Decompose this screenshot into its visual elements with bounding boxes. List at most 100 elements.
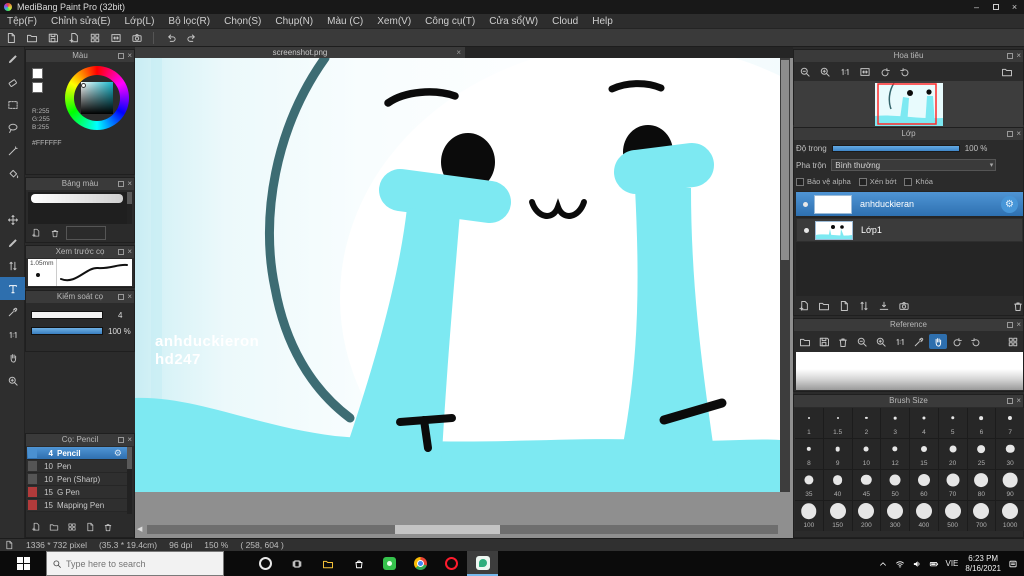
canvas-horizontal-scrollbar[interactable]	[147, 525, 778, 534]
layer-row-lop1[interactable]: Lớp1	[796, 218, 1023, 242]
brush-size-400[interactable]: 400	[910, 501, 938, 531]
menu-item-11[interactable]: Help	[585, 14, 620, 29]
brush-size-100[interactable]: 100	[795, 501, 823, 531]
brush-size-15[interactable]: 15	[910, 439, 938, 469]
maximize-button[interactable]	[986, 0, 1005, 14]
layer-settings-gear-icon[interactable]: ⚙	[1001, 195, 1018, 213]
canvas-vertical-scrollbar[interactable]	[780, 58, 790, 492]
popout-icon[interactable]	[1007, 322, 1014, 328]
opera-button[interactable]	[436, 551, 467, 576]
import-brush-icon[interactable]	[64, 520, 80, 534]
brush-size-70[interactable]: 70	[938, 470, 967, 500]
zoom-in-icon[interactable]	[816, 64, 834, 79]
search-input[interactable]	[66, 558, 206, 569]
color-saturation-square[interactable]	[81, 82, 113, 114]
popout-icon[interactable]	[118, 294, 125, 300]
gradient-tool[interactable]	[0, 185, 25, 208]
file-explorer-button[interactable]	[312, 551, 343, 576]
popout-icon[interactable]	[118, 181, 125, 187]
popout-icon[interactable]	[1007, 53, 1014, 59]
rotate-left-icon[interactable]	[948, 334, 966, 349]
merge-layer-icon[interactable]	[876, 299, 892, 313]
reference-viewport[interactable]	[796, 352, 1023, 390]
brush-item-pen-sharp[interactable]: 10 Pen (Sharp)	[27, 473, 128, 486]
grid-view-button[interactable]	[84, 30, 105, 46]
fit-screen-icon[interactable]	[856, 64, 874, 79]
tab-close-icon[interactable]: ×	[456, 47, 461, 58]
layer-visibility-icon[interactable]	[804, 227, 809, 233]
close-icon[interactable]: ×	[1016, 50, 1021, 62]
brush-item-g-pen[interactable]: 15 G Pen	[27, 486, 128, 499]
redo-button[interactable]	[181, 30, 202, 46]
blend-mode-select[interactable]: Bình thường ▾	[831, 159, 997, 171]
popout-icon[interactable]	[118, 53, 125, 59]
menu-item-4[interactable]: Chọn(S)	[217, 14, 268, 29]
clipping-checkbox[interactable]: Xén bớt	[858, 177, 896, 186]
close-button[interactable]: ×	[1005, 0, 1024, 14]
green-app-button[interactable]	[374, 551, 405, 576]
foreground-color-swatch[interactable]	[32, 68, 43, 79]
brush-item-pencil[interactable]: 4 Pencil ⚙	[27, 447, 128, 460]
layer-row-anhduckieran[interactable]: anhduckieran ⚙	[796, 192, 1023, 216]
eyedropper-icon[interactable]	[910, 334, 928, 349]
save-button[interactable]	[42, 30, 63, 46]
open-file-button[interactable]	[21, 30, 42, 46]
palette-scrollbar[interactable]	[127, 192, 132, 224]
select-rect-tool[interactable]	[0, 93, 25, 116]
brush-size-20[interactable]: 20	[938, 439, 967, 469]
fill-bucket-tool[interactable]	[0, 162, 25, 185]
export-button[interactable]	[63, 30, 84, 46]
brush-size-80[interactable]: 80	[967, 470, 996, 500]
open-reference-icon[interactable]	[796, 334, 814, 349]
reset-view-icon[interactable]	[998, 64, 1016, 79]
popout-icon[interactable]	[1007, 398, 1014, 404]
close-icon[interactable]: ×	[127, 246, 132, 258]
duplicate-layer-icon[interactable]	[836, 299, 852, 313]
volume-icon[interactable]	[912, 559, 922, 569]
brush-size-500[interactable]: 500	[938, 501, 967, 531]
brush-size-2[interactable]: 2	[852, 408, 881, 438]
close-icon[interactable]: ×	[1016, 128, 1021, 140]
menu-item-9[interactable]: Cửa sổ(W)	[482, 14, 545, 29]
background-color-swatch[interactable]	[32, 82, 43, 93]
text-tool[interactable]	[0, 277, 25, 300]
navigator-preview[interactable]	[794, 81, 1023, 128]
close-icon[interactable]: ×	[1016, 319, 1021, 331]
menu-item-3[interactable]: Bộ lọc(R)	[161, 14, 217, 29]
brush-size-50[interactable]: 50	[881, 470, 909, 500]
protect-alpha-checkbox[interactable]: Bảo vệ alpha	[796, 177, 851, 186]
clear-reference-icon[interactable]	[834, 334, 852, 349]
menu-item-1[interactable]: Chỉnh sửa(E)	[44, 14, 118, 29]
reference-settings-icon[interactable]	[1004, 334, 1022, 349]
brush-size-6[interactable]: 6	[967, 408, 996, 438]
new-file-button[interactable]	[0, 30, 21, 46]
brush-item-mapping-pen[interactable]: 15 Mapping Pen	[27, 499, 128, 512]
taskbar-search[interactable]	[46, 551, 224, 576]
menu-item-7[interactable]: Xem(V)	[370, 14, 418, 29]
close-icon[interactable]: ×	[1016, 395, 1021, 407]
delete-swatch-icon[interactable]	[47, 226, 63, 240]
layer-visibility-icon[interactable]	[803, 201, 808, 207]
actual-size-icon[interactable]	[836, 64, 854, 79]
cortana-button[interactable]	[250, 551, 281, 576]
brush-list-scrollbar[interactable]	[127, 447, 132, 514]
minimize-button[interactable]: –	[967, 0, 986, 14]
actual-size-icon[interactable]	[891, 334, 909, 349]
add-swatch-icon[interactable]	[28, 226, 44, 240]
menu-item-0[interactable]: Tệp(F)	[0, 14, 44, 29]
menu-item-8[interactable]: Công cụ(T)	[418, 14, 482, 29]
delete-brush-icon[interactable]	[100, 520, 116, 534]
eraser-tool[interactable]	[0, 70, 25, 93]
brush-size-30[interactable]: 30	[996, 439, 1024, 469]
rotate-right-icon[interactable]	[967, 334, 985, 349]
hand-icon[interactable]	[929, 334, 947, 349]
palette-swatch-area[interactable]	[28, 192, 127, 224]
brush-settings-icon[interactable]	[82, 520, 98, 534]
brush-size-45[interactable]: 45	[852, 470, 881, 500]
brush-size-5[interactable]: 5	[938, 408, 967, 438]
pan-hand-tool[interactable]	[0, 346, 25, 369]
camera-button[interactable]	[126, 30, 147, 46]
brush-opacity-slider[interactable]	[31, 327, 103, 335]
menu-item-2[interactable]: Lớp(L)	[118, 14, 162, 29]
rotate-right-icon[interactable]	[896, 64, 914, 79]
